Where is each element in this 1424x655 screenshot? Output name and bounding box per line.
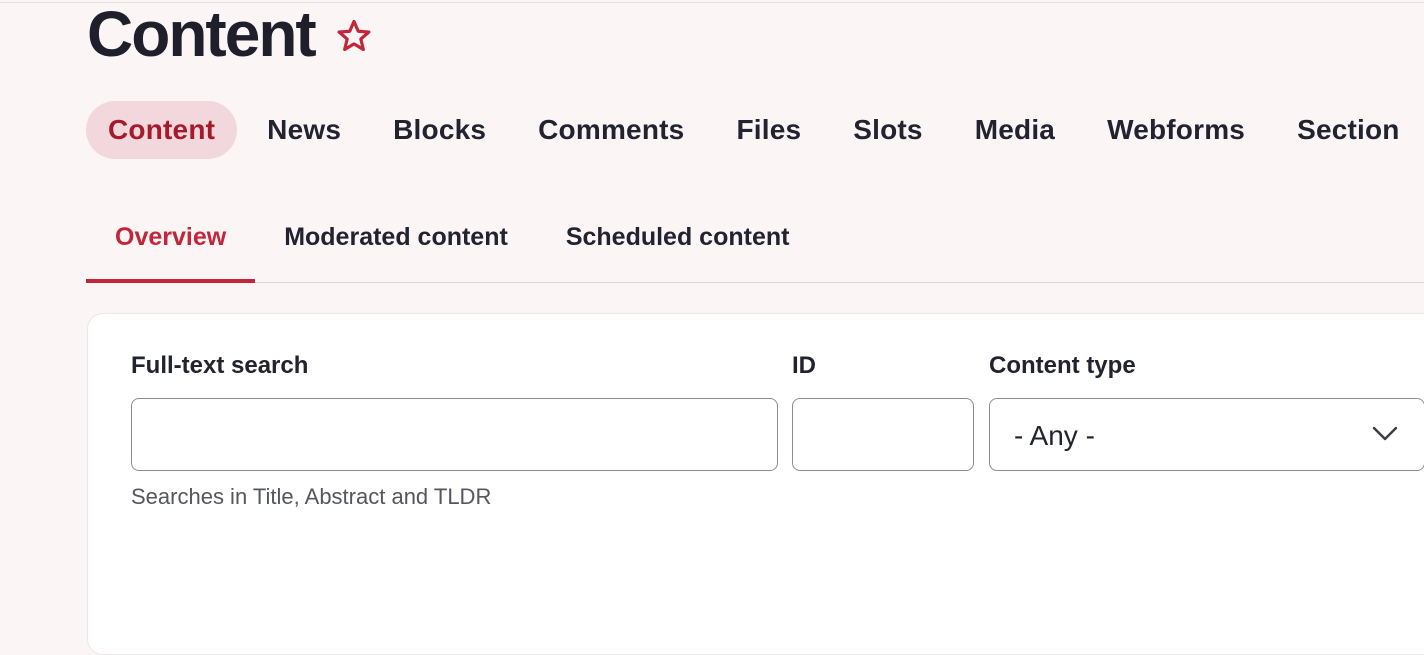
tab-slots[interactable]: Slots (831, 101, 944, 159)
tab-media[interactable]: Media (953, 101, 1077, 159)
star-icon[interactable] (335, 17, 373, 55)
page-header: Content (87, 0, 373, 72)
content-type-select[interactable]: - Any - (989, 398, 1424, 471)
tab-webforms[interactable]: Webforms (1085, 101, 1267, 159)
primary-tabs: Content News Blocks Comments Files Slots… (86, 101, 1424, 159)
tab-content[interactable]: Content (86, 101, 238, 159)
tab-files[interactable]: Files (714, 101, 823, 159)
tab-blocks[interactable]: Blocks (371, 101, 508, 159)
tab-comments[interactable]: Comments (516, 101, 706, 159)
tab-section[interactable]: Section (1275, 101, 1422, 159)
id-label: ID (792, 352, 816, 379)
secondary-tabs: Overview Moderated content Scheduled con… (86, 190, 1424, 283)
page-title: Content (87, 0, 317, 70)
chevron-down-icon (1372, 426, 1398, 441)
subtab-moderated-content[interactable]: Moderated content (255, 190, 537, 282)
subtab-scheduled-content[interactable]: Scheduled content (537, 190, 819, 282)
fulltext-search-help: Searches in Title, Abstract and TLDR (131, 484, 492, 509)
fulltext-search-input[interactable] (131, 398, 778, 471)
content-type-label: Content type (989, 352, 1136, 379)
subtab-overview[interactable]: Overview (86, 190, 256, 283)
id-input[interactable] (792, 398, 974, 471)
content-type-selected-value: - Any - (1014, 420, 1095, 451)
tab-news[interactable]: News (245, 101, 363, 159)
fulltext-search-label: Full-text search (131, 352, 309, 379)
filter-panel: Full-text search Searches in Title, Abst… (87, 313, 1424, 655)
